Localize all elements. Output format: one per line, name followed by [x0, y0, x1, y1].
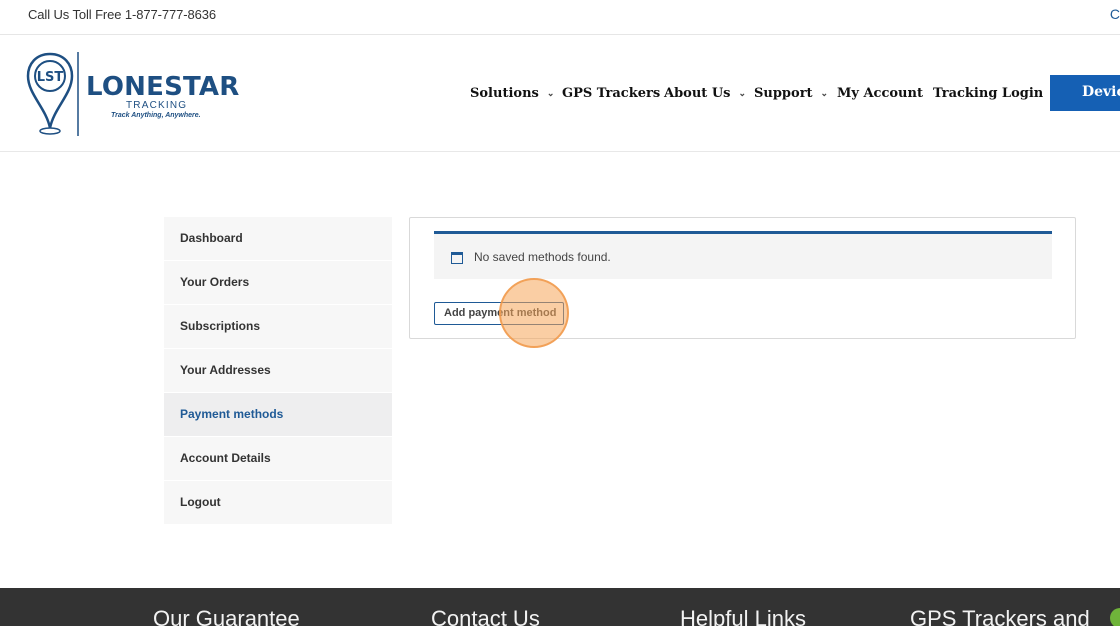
- nav-item-tracking-login[interactable]: Tracking Login: [933, 86, 1043, 101]
- sidebar-item-account-details[interactable]: Account Details: [164, 437, 392, 481]
- footer-heading-guarantee: Our Guarantee: [153, 606, 300, 626]
- toll-free-phone[interactable]: Call Us Toll Free 1-877-777-8636: [28, 7, 216, 22]
- sidebar-item-orders[interactable]: Your Orders: [164, 261, 392, 305]
- top-bar-right-link[interactable]: C: [1110, 6, 1120, 22]
- nav-item-solutions[interactable]: Solutions ⌄: [470, 86, 554, 101]
- no-methods-message: No saved methods found.: [474, 250, 611, 264]
- sidebar-item-addresses[interactable]: Your Addresses: [164, 349, 392, 393]
- calendar-icon: [451, 252, 463, 264]
- svg-text:LST: LST: [37, 70, 64, 85]
- device-cta-button[interactable]: Device: [1050, 75, 1120, 111]
- sidebar-item-logout[interactable]: Logout: [164, 481, 392, 525]
- add-payment-method-button[interactable]: Add payment method: [434, 302, 564, 325]
- nav-item-support[interactable]: Support ⌄: [754, 86, 828, 101]
- sidebar-item-subscriptions[interactable]: Subscriptions: [164, 305, 392, 349]
- logo-tagline: Track Anything, Anywhere.: [111, 112, 201, 119]
- chevron-down-icon: ⌄: [546, 89, 555, 99]
- nav-item-gps-trackers[interactable]: GPS Trackers: [562, 86, 660, 101]
- sidebar-item-dashboard[interactable]: Dashboard: [164, 217, 392, 261]
- nav-item-my-account[interactable]: My Account: [837, 86, 923, 101]
- nav-item-about-us[interactable]: About Us ⌄: [664, 86, 746, 101]
- map-pin-logo-icon: LST: [26, 52, 79, 136]
- site-footer: Our Guarantee Contact Us Helpful Links G…: [0, 588, 1120, 626]
- top-bar: Call Us Toll Free 1-877-777-8636 C: [0, 0, 1120, 35]
- logo[interactable]: LST LONESTAR TRACKING Track Anything, An…: [26, 50, 239, 138]
- payment-methods-panel: No saved methods found. Add payment meth…: [409, 217, 1076, 339]
- footer-heading-contact: Contact Us: [431, 606, 540, 626]
- footer-heading-helpful-links: Helpful Links: [680, 606, 806, 626]
- account-sidebar: Dashboard Your Orders Subscriptions Your…: [164, 217, 392, 525]
- logo-brand-text: LONESTAR: [86, 72, 240, 102]
- site-header: LST LONESTAR TRACKING Track Anything, An…: [0, 35, 1120, 152]
- sidebar-item-payment-methods[interactable]: Payment methods: [164, 393, 392, 437]
- chat-widget-icon[interactable]: [1110, 608, 1120, 626]
- chevron-down-icon: ⌄: [738, 89, 747, 99]
- footer-heading-gps-trackers: GPS Trackers and: [910, 606, 1090, 626]
- logo-sub-text: TRACKING: [126, 100, 188, 111]
- info-notice: No saved methods found.: [434, 231, 1052, 279]
- chevron-down-icon: ⌄: [820, 89, 829, 99]
